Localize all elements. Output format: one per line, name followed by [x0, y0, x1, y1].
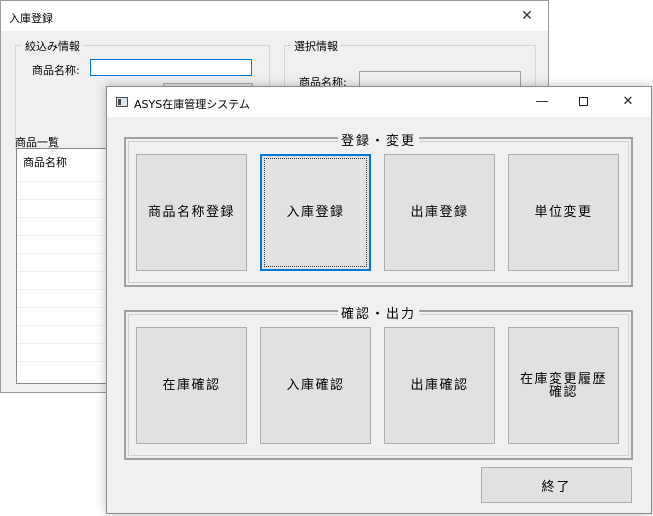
window-title: 入庫登録 — [9, 12, 53, 25]
product-list-column-header: 商品名称 — [23, 156, 67, 169]
inbound-check-button[interactable]: 入庫確認 — [260, 327, 371, 444]
list-gridline — [18, 235, 110, 236]
list-gridline — [18, 289, 110, 290]
list-gridline — [18, 199, 110, 200]
window-title: ASYS在庫管理システム — [134, 98, 250, 111]
inventory-main-window: ASYS在庫管理システム — ✕ 登録・変更 商品名称登録 入庫登録 出庫登録 … — [106, 86, 652, 514]
selection-group-legend: 選択情報 — [291, 38, 341, 54]
list-gridline — [18, 343, 110, 344]
title-bar[interactable]: ASYS在庫管理システム — ✕ — [107, 87, 651, 117]
exit-button[interactable]: 終了 — [481, 467, 632, 503]
app-icon — [116, 97, 128, 107]
list-gridline — [18, 361, 110, 362]
list-gridline — [18, 253, 110, 254]
stock-check-button[interactable]: 在庫確認 — [136, 327, 247, 444]
outbound-check-button[interactable]: 出庫確認 — [384, 327, 495, 444]
product-name-register-button[interactable]: 商品名称登録 — [136, 154, 247, 271]
list-gridline — [18, 217, 110, 218]
minimize-icon[interactable]: — — [529, 92, 555, 112]
title-bar[interactable]: 入庫登録 ✕ — [1, 1, 548, 31]
outbound-register-button[interactable]: 出庫登録 — [384, 154, 495, 271]
stock-change-history-button[interactable]: 在庫変更履歴確認 — [508, 327, 619, 444]
product-list[interactable]: 商品名称 — [16, 148, 111, 384]
inbound-register-button[interactable]: 入庫登録 — [260, 154, 371, 271]
unit-change-button[interactable]: 単位変更 — [508, 154, 619, 271]
maximize-icon[interactable] — [570, 92, 596, 112]
list-gridline — [18, 271, 110, 272]
product-name-label: 商品名称: — [32, 64, 80, 77]
close-icon[interactable]: ✕ — [515, 6, 539, 26]
list-gridline — [18, 181, 110, 182]
product-name-search-input[interactable] — [90, 59, 252, 76]
close-icon[interactable]: ✕ — [615, 92, 641, 112]
filter-group-legend: 絞込み情報 — [22, 38, 83, 54]
list-gridline — [18, 325, 110, 326]
list-gridline — [18, 307, 110, 308]
